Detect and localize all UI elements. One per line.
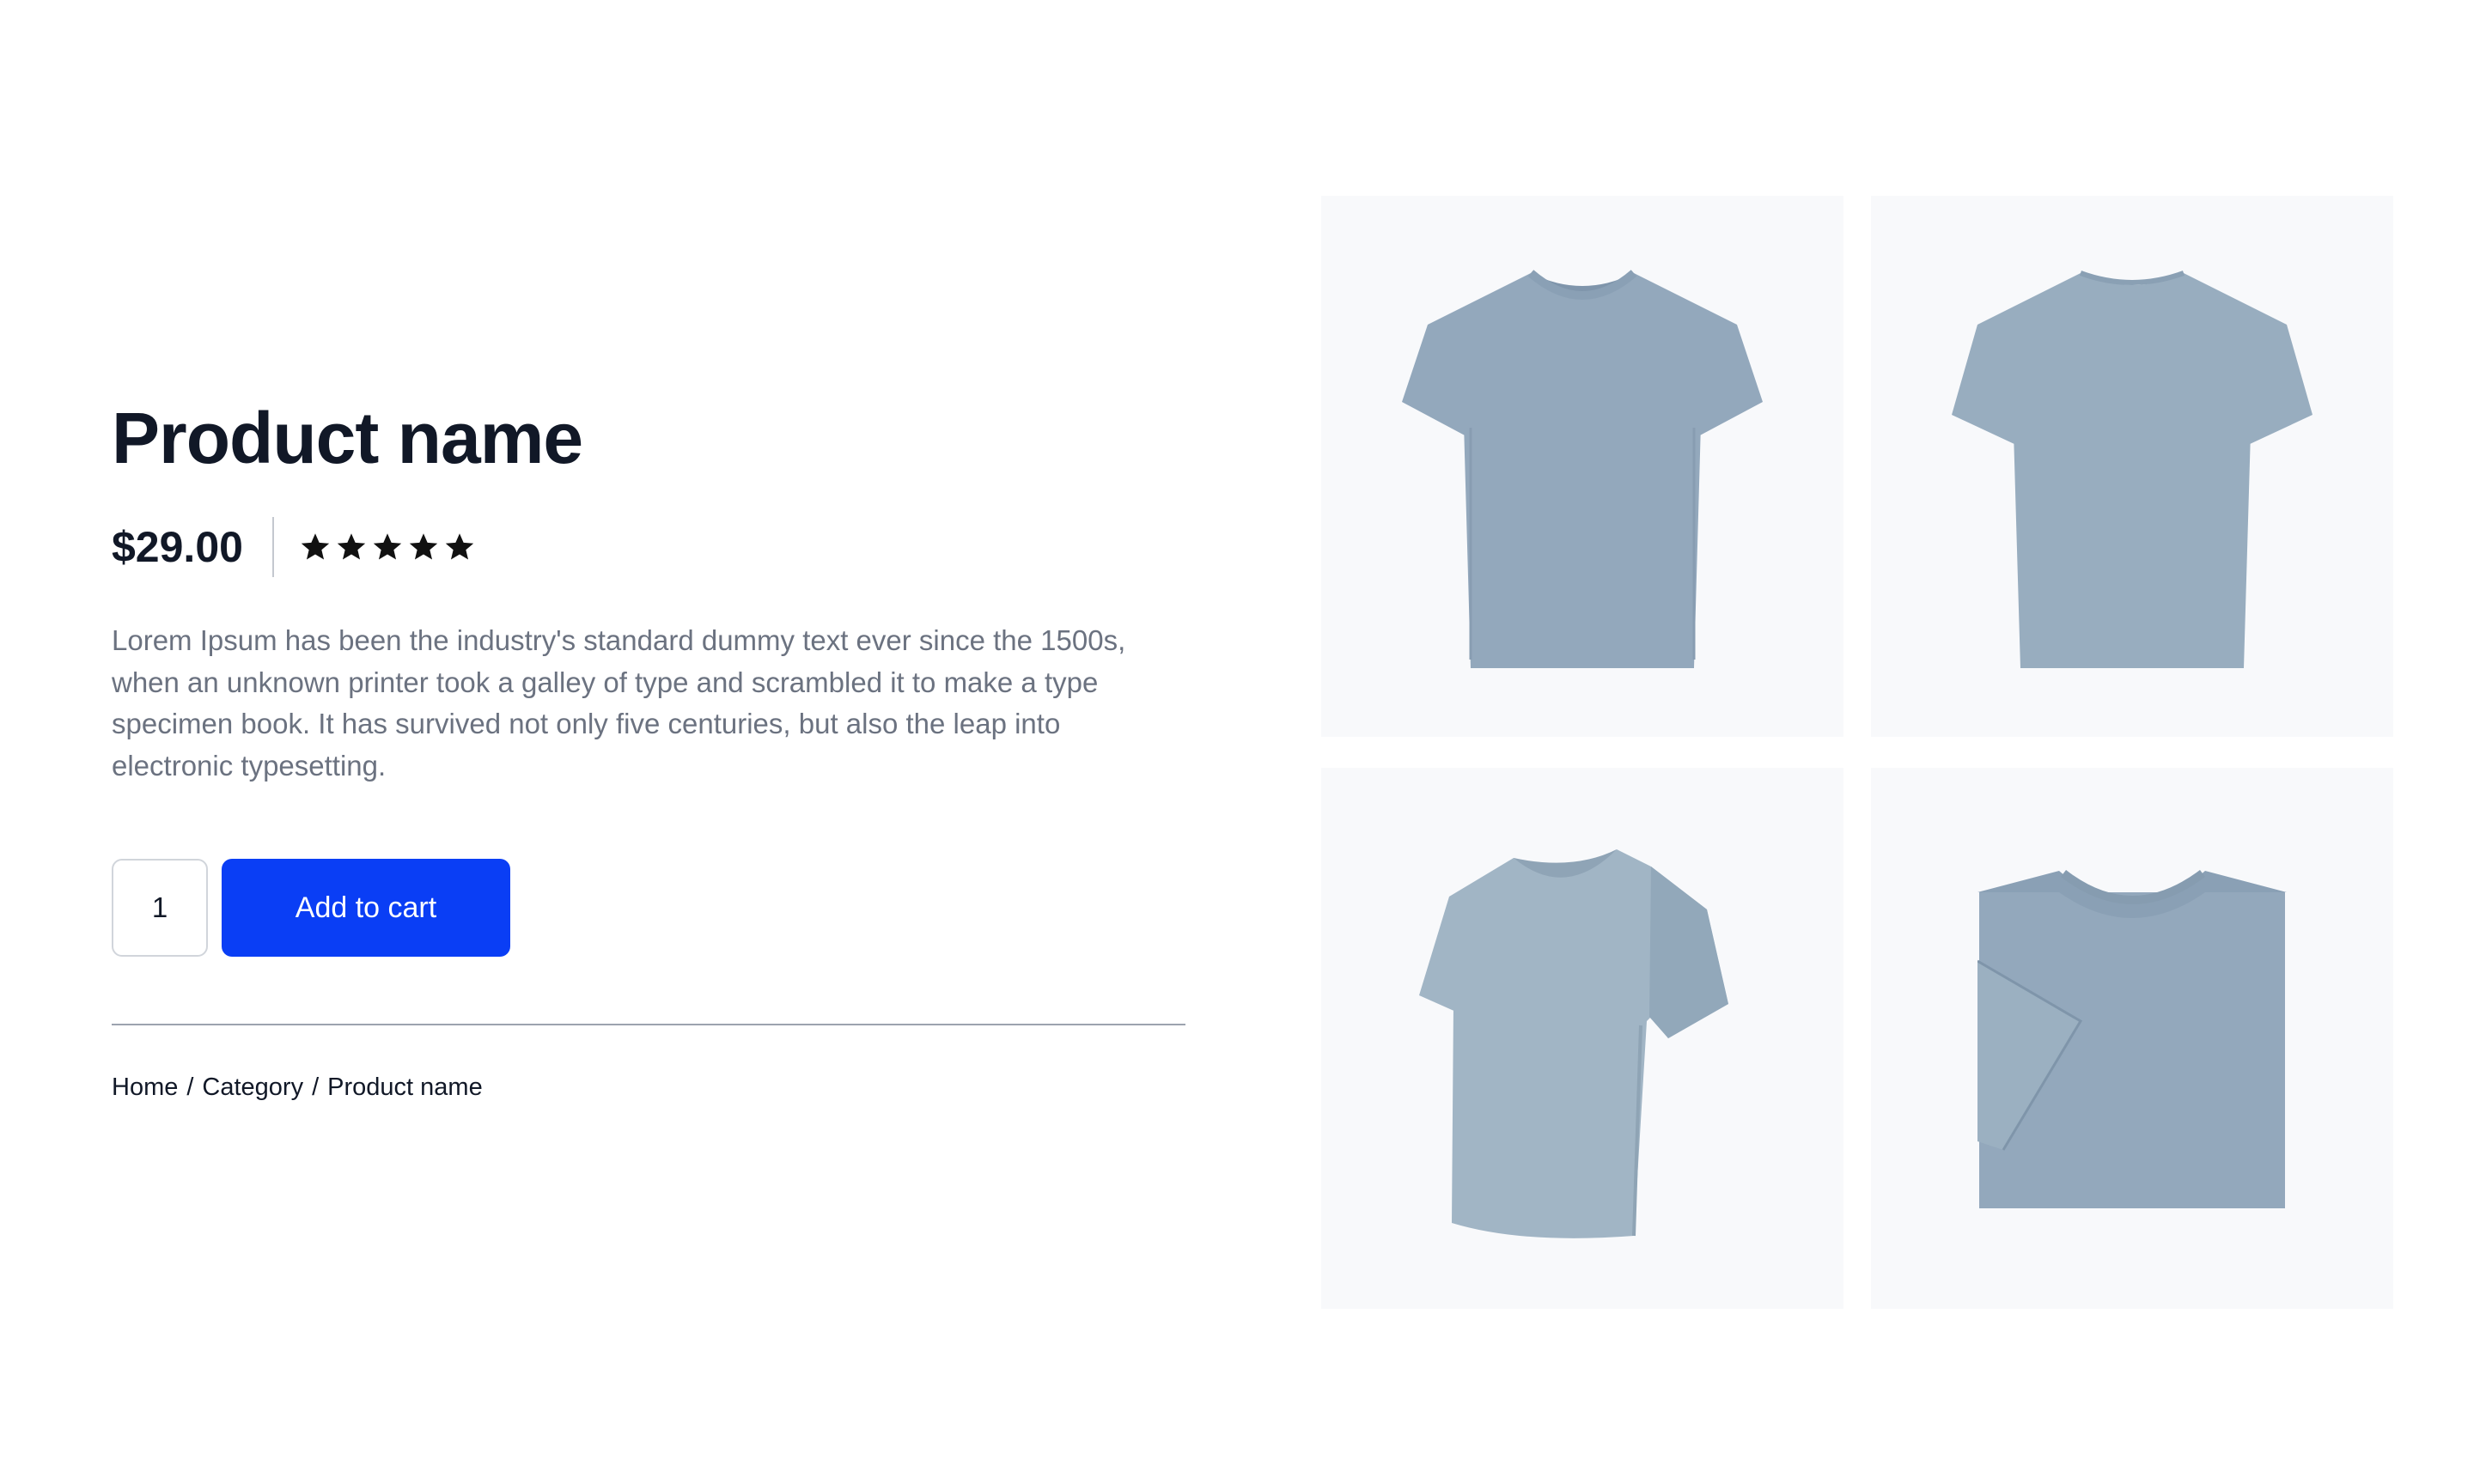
section-divider — [112, 1024, 1185, 1025]
purchase-row: Add to cart — [112, 859, 1185, 957]
product-info: Product name $29.00 Lorem Ipsum has been… — [112, 395, 1185, 1102]
gallery-image-angled[interactable] — [1321, 768, 1843, 1309]
gallery-image-folded[interactable] — [1871, 768, 2393, 1309]
product-page: Product name $29.00 Lorem Ipsum has been… — [0, 0, 2474, 1484]
price-divider — [271, 517, 274, 577]
product-gallery — [1321, 196, 2393, 1309]
product-title: Product name — [112, 398, 583, 478]
star-icon — [337, 533, 366, 560]
product-price: $29.00 — [112, 523, 243, 571]
star-icon — [301, 533, 330, 560]
product-description: Lorem Ipsum has been the industry's stan… — [112, 624, 1126, 782]
breadcrumb: Home / Category / Product name — [112, 1073, 1185, 1102]
breadcrumb-separator: / — [312, 1073, 320, 1101]
breadcrumb-separator: / — [186, 1073, 194, 1101]
star-icon — [445, 533, 474, 560]
breadcrumb-current: Product name — [327, 1073, 483, 1101]
tshirt-back-image — [1952, 271, 2313, 668]
breadcrumb-home[interactable]: Home — [112, 1073, 178, 1102]
star-icon — [409, 533, 438, 560]
gallery-image-front[interactable] — [1321, 196, 1843, 737]
gallery-image-back[interactable] — [1871, 196, 2393, 737]
breadcrumb-category[interactable]: Category — [202, 1073, 303, 1102]
tshirt-folded-image — [1977, 870, 2287, 1208]
star-rating — [300, 532, 475, 563]
star-icon — [373, 533, 402, 560]
quantity-input[interactable] — [112, 859, 208, 957]
tshirt-front-image — [1402, 270, 1763, 668]
tshirt-angled-image — [1419, 849, 1728, 1238]
price-rating-row: $29.00 — [112, 517, 1185, 577]
add-to-cart-button[interactable]: Add to cart — [222, 859, 510, 957]
